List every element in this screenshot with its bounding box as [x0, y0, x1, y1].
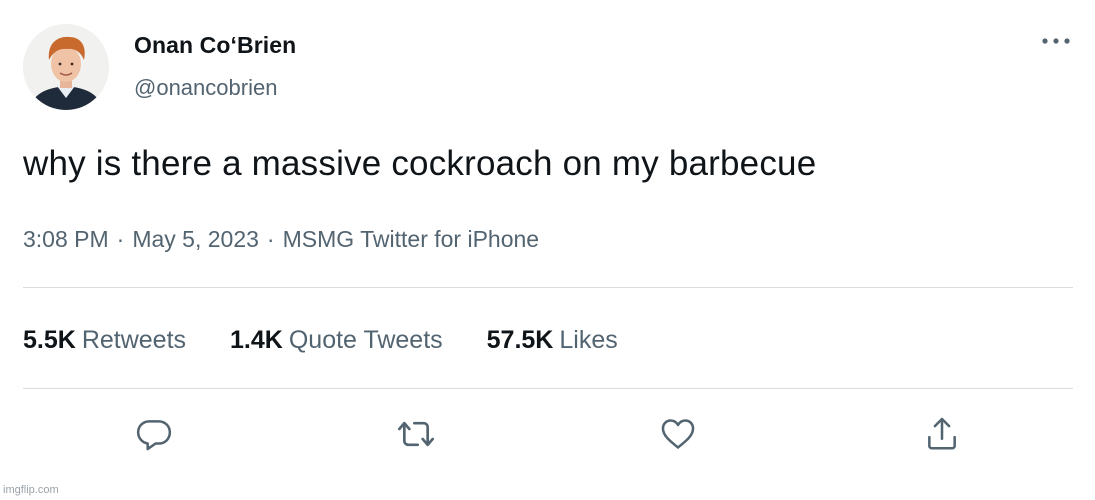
tweet-meta: 3:08 PM · May 5, 2023 · MSMG Twitter for iPh…: [23, 226, 539, 253]
author-handle[interactable]: @onancobrien: [134, 75, 277, 101]
reply-button[interactable]: [134, 414, 174, 454]
divider: [23, 287, 1073, 288]
tweet-text: why is there a massive cockroach on my b…: [23, 144, 817, 183]
quote-tweets-stat[interactable]: 1.4K Quote Tweets: [230, 326, 443, 355]
watermark: imgflip.com: [3, 484, 59, 496]
likes-label: Likes: [559, 326, 618, 354]
share-button[interactable]: [922, 414, 962, 454]
tweet-source[interactable]: MSMG Twitter for iPhone: [283, 226, 540, 252]
retweets-count: 5.5K: [23, 326, 76, 354]
quote-tweets-label: Quote Tweets: [288, 326, 443, 354]
retweet-button[interactable]: [396, 414, 436, 454]
retweet-icon: [398, 421, 434, 447]
tweet-date[interactable]: May 5, 2023: [132, 226, 259, 252]
more-dots-icon: [1042, 38, 1070, 44]
likes-stat[interactable]: 57.5K Likes: [487, 326, 618, 355]
retweets-label: Retweets: [81, 326, 187, 354]
quote-tweets-count: 1.4K: [230, 326, 283, 354]
meta-separator: ·: [116, 226, 125, 252]
avatar[interactable]: [23, 24, 109, 110]
share-icon: [928, 417, 956, 450]
author-display-name[interactable]: Onan Co‘Brien: [134, 32, 296, 59]
like-button[interactable]: [658, 414, 698, 454]
reply-icon: [136, 420, 172, 451]
retweets-stat[interactable]: 5.5K Retweets: [23, 326, 186, 355]
likes-count: 57.5K: [486, 326, 554, 354]
more-options-button[interactable]: [1036, 28, 1076, 54]
tweet-time[interactable]: 3:08 PM: [23, 226, 109, 252]
heart-icon: [661, 419, 695, 449]
profile-photo: [23, 24, 109, 110]
meta-separator: ·: [266, 226, 275, 252]
divider: [23, 388, 1073, 389]
engagement-stats: 5.5K Retweets 1.4K Quote Tweets 57.5K Likes: [23, 326, 618, 355]
